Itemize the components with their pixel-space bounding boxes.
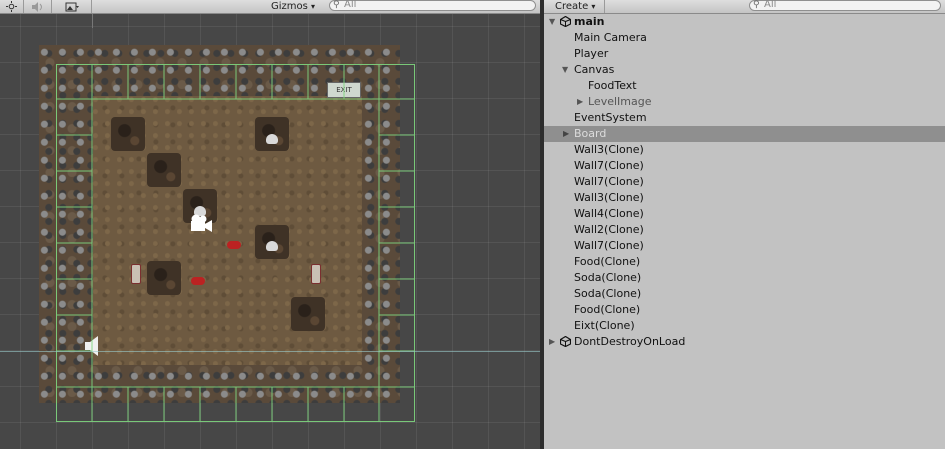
hierarchy-item-levelimage[interactable]: ▶ LevelImage <box>544 94 945 110</box>
sun-icon[interactable] <box>0 0 24 13</box>
tile-grid-overlay <box>56 64 415 422</box>
scene-view[interactable]: Gizmos ▾ ⚲ All EXIT <box>0 0 540 449</box>
gizmos-label: Gizmos <box>271 1 308 12</box>
hierarchy-item-wall2-clone[interactable]: Wall2(Clone) <box>544 222 945 238</box>
hierarchy-item-board[interactable]: ▶ Board <box>544 126 945 142</box>
hierarchy-item-label: DontDestroyOnLoad <box>574 335 686 348</box>
hierarchy-item-food-clone[interactable]: Food(Clone) <box>544 302 945 318</box>
hierarchy-item-wall7-clone[interactable]: Wall7(Clone) <box>544 238 945 254</box>
create-button[interactable]: Create ▾ <box>555 0 595 13</box>
gizmos-button[interactable]: Gizmos ▾ <box>271 0 315 13</box>
scene-grid[interactable]: EXIT <box>0 14 540 449</box>
scene-search-input[interactable]: ⚲ All <box>329 0 536 11</box>
search-icon: ⚲ <box>753 0 760 10</box>
hierarchy-item-label: Wall7(Clone) <box>574 159 644 172</box>
expand-triangle-icon[interactable]: ▼ <box>549 14 555 30</box>
hierarchy-toolbar: Create ▾ ⚲ All <box>544 0 945 14</box>
collapsed-triangle-icon[interactable]: ▶ <box>563 126 569 142</box>
hierarchy-item-label: Wall7(Clone) <box>574 175 644 188</box>
hierarchy-item-label: Eixt(Clone) <box>574 319 635 332</box>
gizmos-dropdown-icon: ▾ <box>311 2 316 11</box>
hierarchy-item-wall3-clone[interactable]: Wall3(Clone) <box>544 142 945 158</box>
hierarchy-item-label: Wall3(Clone) <box>574 143 644 156</box>
hierarchy-item-soda-clone[interactable]: Soda(Clone) <box>544 270 945 286</box>
grid-axis-line <box>0 351 540 352</box>
hierarchy-search-placeholder: All <box>764 0 777 10</box>
hierarchy-item-label: Wall7(Clone) <box>574 239 644 252</box>
hierarchy-item-label: Food(Clone) <box>574 303 641 316</box>
hierarchy-item-player[interactable]: Player <box>544 46 945 62</box>
image-icon[interactable] <box>52 0 92 13</box>
hierarchy-item-label: Food(Clone) <box>574 255 641 268</box>
collapsed-triangle-icon[interactable]: ▶ <box>549 334 555 350</box>
create-dropdown-icon: ▾ <box>591 2 596 11</box>
hierarchy-search-input[interactable]: ⚲ All <box>749 0 941 11</box>
hierarchy-item-eventsystem[interactable]: EventSystem <box>544 110 945 126</box>
hierarchy-list: ▼ main Main Camera Player ▼ Canvas FoodT… <box>544 14 945 350</box>
hierarchy-item-wall7-clone[interactable]: Wall7(Clone) <box>544 174 945 190</box>
hierarchy-item-eixt-clone[interactable]: Eixt(Clone) <box>544 318 945 334</box>
hierarchy-item-label: Main Camera <box>574 31 647 44</box>
hierarchy-item-soda-clone[interactable]: Soda(Clone) <box>544 286 945 302</box>
hierarchy-panel[interactable]: Create ▾ ⚲ All ▼ main Main Camera Player… <box>544 0 945 449</box>
hierarchy-item-label: Wall2(Clone) <box>574 223 644 236</box>
scene-search-placeholder: All <box>344 0 357 10</box>
hierarchy-item-label: Soda(Clone) <box>574 287 642 300</box>
hierarchy-item-label: LevelImage <box>588 95 652 108</box>
expand-triangle-icon[interactable]: ▼ <box>562 62 568 78</box>
hierarchy-item-foodtext[interactable]: FoodText <box>544 78 945 94</box>
speaker-icon[interactable] <box>24 0 52 13</box>
hierarchy-item-dontdestroyonload[interactable]: ▶ DontDestroyOnLoad <box>544 334 945 350</box>
hierarchy-item-label: Board <box>574 127 607 140</box>
collapsed-triangle-icon[interactable]: ▶ <box>577 94 583 110</box>
hierarchy-item-wall3-clone[interactable]: Wall3(Clone) <box>544 190 945 206</box>
hierarchy-item-label: Wall4(Clone) <box>574 207 644 220</box>
hierarchy-item-main[interactable]: ▼ main <box>544 14 945 30</box>
toolbar-separator <box>604 0 605 13</box>
scene-toolbar: Gizmos ▾ ⚲ All <box>0 0 540 14</box>
hierarchy-item-wall4-clone[interactable]: Wall4(Clone) <box>544 206 945 222</box>
search-icon: ⚲ <box>333 0 340 10</box>
hierarchy-item-label: main <box>574 15 605 28</box>
hierarchy-item-label: FoodText <box>588 79 637 92</box>
board[interactable]: EXIT <box>39 45 415 422</box>
hierarchy-item-food-clone[interactable]: Food(Clone) <box>544 254 945 270</box>
hierarchy-item-label: Player <box>574 47 609 60</box>
hierarchy-item-label: Soda(Clone) <box>574 271 642 284</box>
unity-scene-icon <box>560 336 571 347</box>
hierarchy-item-main-camera[interactable]: Main Camera <box>544 30 945 46</box>
grid-axis-line <box>92 14 93 28</box>
hierarchy-item-canvas[interactable]: ▼ Canvas <box>544 62 945 78</box>
hierarchy-item-wall7-clone[interactable]: Wall7(Clone) <box>544 158 945 174</box>
create-label: Create <box>555 1 589 12</box>
hierarchy-item-label: EventSystem <box>574 111 647 124</box>
unity-scene-icon <box>560 16 571 27</box>
hierarchy-item-label: Wall3(Clone) <box>574 191 644 204</box>
hierarchy-item-label: Canvas <box>574 63 615 76</box>
